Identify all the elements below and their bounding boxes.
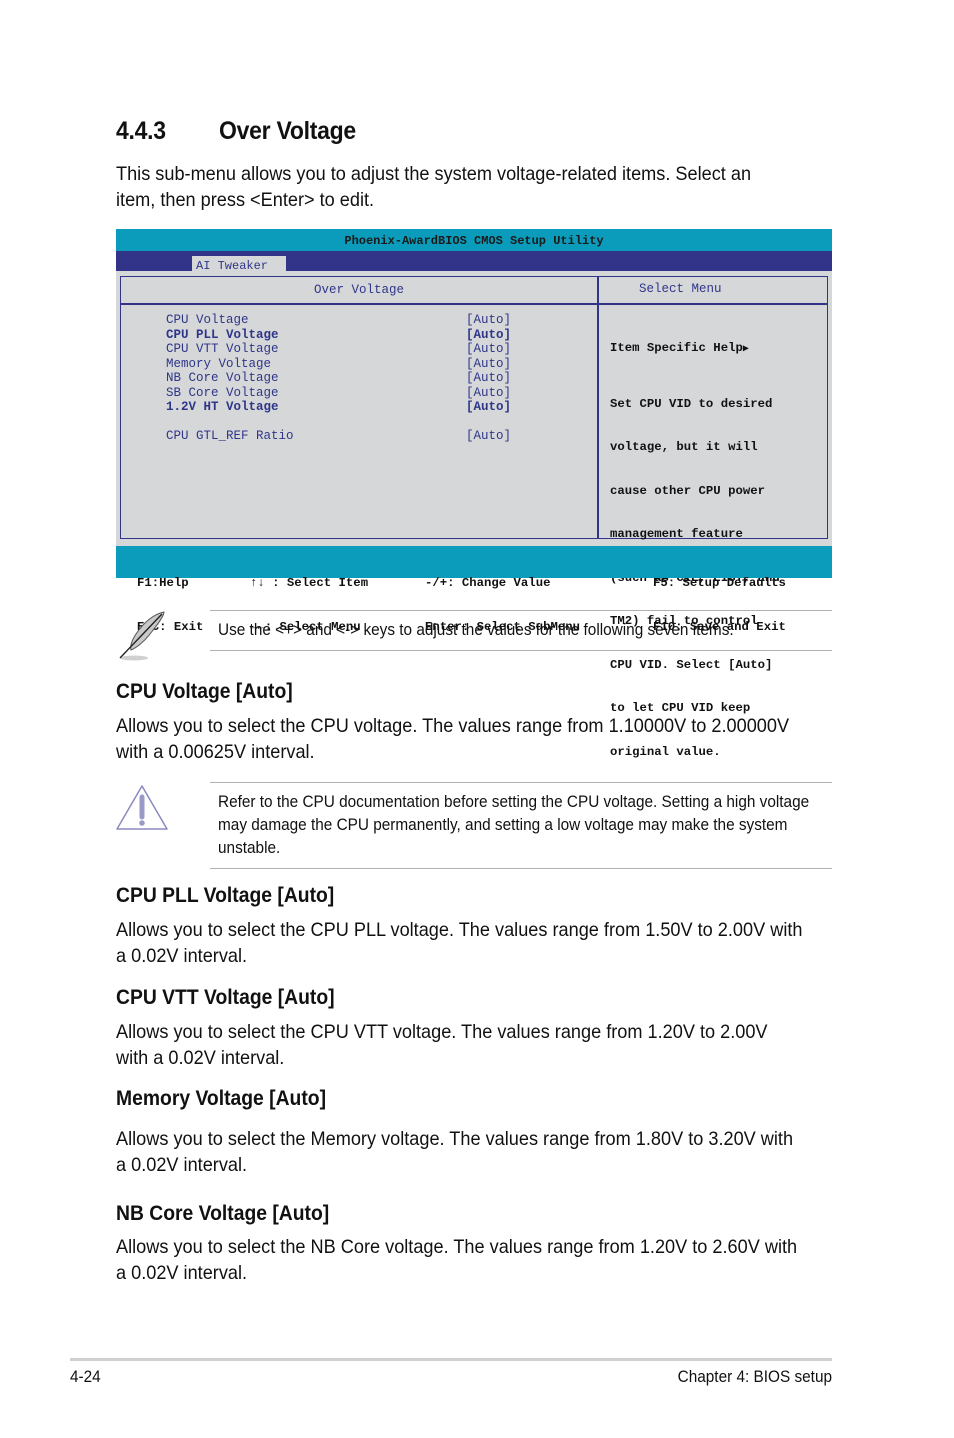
page-number: 4-24 bbox=[70, 1368, 101, 1386]
subsection-heading: NB Core Voltage [Auto] bbox=[116, 1202, 330, 1225]
item-label: CPU GTL_REF Ratio bbox=[166, 429, 294, 443]
subsection-heading: Memory Voltage [Auto] bbox=[116, 1087, 327, 1110]
bios-main-frame: Over Voltage Select Menu CPU Voltage [Aut… bbox=[120, 276, 828, 759]
help-heading-text: Item Specific Help bbox=[610, 341, 743, 355]
bios-item-gtl-ref-ratio[interactable]: CPU GTL_REF Ratio [Auto] bbox=[166, 429, 526, 444]
key-help: F1:Help bbox=[137, 576, 189, 590]
triangle-right-icon: ▶ bbox=[742, 344, 749, 355]
subsection-heading: CPU Voltage [Auto] bbox=[116, 680, 293, 703]
bios-item-list: CPU Voltage [Auto] CPU PLL Voltage [Auto] … bbox=[166, 313, 526, 444]
item-label: CPU PLL Voltage bbox=[166, 327, 279, 342]
tip-note-text: Use the <+> and <-> keys to adjust the v… bbox=[218, 621, 734, 639]
key-change-value: -/+: Change Value bbox=[425, 576, 551, 590]
chapter-label: Chapter 4: BIOS setup bbox=[677, 1368, 832, 1386]
key-legend-col-3: -/+: Change Value Enter: Select SubMenu bbox=[425, 547, 580, 663]
warning-top-rule bbox=[210, 782, 832, 783]
section-intro: This sub-menu allows you to adjust the s… bbox=[116, 163, 752, 211]
key-legend-col-4: F5: Setup Defaults F10: Save and Exit bbox=[653, 547, 786, 663]
subsection-body: Allows you to select the CPU VTT voltage… bbox=[116, 1021, 768, 1069]
bios-item-memory-voltage[interactable]: Memory Voltage [Auto] bbox=[166, 357, 526, 372]
item-value[interactable]: [Auto] bbox=[466, 429, 511, 444]
note-top-rule bbox=[210, 610, 832, 611]
item-value[interactable]: [Auto] bbox=[466, 342, 511, 357]
help-line: Set CPU VID to desired bbox=[610, 396, 773, 411]
warning-note-text: Refer to the CPU documentation before se… bbox=[218, 793, 810, 857]
item-label: SB Core Voltage bbox=[166, 385, 279, 400]
bios-item-sb-core-voltage[interactable]: SB Core Voltage [Auto] bbox=[166, 386, 526, 401]
key-legend-col-2: ↑↓ : Select Item →←: Select Menu bbox=[250, 547, 368, 663]
item-label: Memory Voltage bbox=[166, 356, 272, 371]
submenu-title: Over Voltage bbox=[313, 283, 404, 297]
help-line: cause other CPU power bbox=[610, 483, 765, 498]
item-value[interactable]: [Auto] bbox=[466, 386, 511, 401]
bios-item-ht-voltage[interactable]: 1.2V HT Voltage [Auto] bbox=[166, 400, 526, 415]
section-title: 4.4.3 Over Voltage bbox=[116, 117, 356, 146]
help-panel-title: Select Menu bbox=[639, 282, 722, 296]
item-value[interactable]: [Auto] bbox=[466, 357, 511, 372]
section-number: 4.4.3 bbox=[116, 117, 166, 145]
bios-screen: Phoenix-AwardBIOS CMOS Setup Utility AI … bbox=[116, 229, 832, 759]
panel-divider bbox=[597, 277, 599, 538]
bios-item-cpu-vtt-voltage[interactable]: CPU VTT Voltage [Auto] bbox=[166, 342, 526, 357]
item-label: 1.2V HT Voltage bbox=[166, 400, 279, 414]
bios-item-cpu-pll-voltage[interactable]: CPU PLL Voltage [Auto] bbox=[166, 328, 526, 343]
item-value[interactable]: [Auto] bbox=[466, 313, 511, 328]
footer-rule bbox=[70, 1358, 832, 1361]
bios-item-nb-core-voltage[interactable]: NB Core Voltage [Auto] bbox=[166, 371, 526, 386]
item-value[interactable]: [Auto] bbox=[466, 400, 511, 415]
subsection-body: Allows you to select the Memory voltage.… bbox=[116, 1128, 794, 1176]
note-bottom-rule bbox=[210, 650, 832, 651]
key-select-item: ↑↓ : Select Item bbox=[250, 576, 369, 590]
item-label: NB Core Voltage bbox=[166, 371, 279, 385]
subsection-body: Allows you to select the CPU voltage. Th… bbox=[116, 715, 790, 763]
help-line: voltage, but it will bbox=[610, 440, 758, 454]
item-label: CPU VTT Voltage bbox=[166, 342, 279, 356]
item-value[interactable]: [Auto] bbox=[466, 328, 511, 343]
subsection-heading: CPU VTT Voltage [Auto] bbox=[116, 986, 335, 1009]
subsection-body: Allows you to select the NB Core voltage… bbox=[116, 1236, 798, 1284]
warning-bottom-rule bbox=[210, 868, 832, 869]
tab-ai-tweaker[interactable]: AI Tweaker bbox=[192, 256, 286, 273]
item-value[interactable]: [Auto] bbox=[466, 371, 511, 386]
key-setup-defaults: F5: Setup Defaults bbox=[653, 576, 786, 590]
subsection-body: Allows you to select the CPU PLL voltage… bbox=[116, 919, 803, 967]
bios-title-bar: Phoenix-AwardBIOS CMOS Setup Utility bbox=[116, 229, 832, 251]
item-help-heading: Item Specific Help▶ bbox=[610, 341, 780, 358]
item-label: CPU Voltage bbox=[166, 313, 249, 327]
subsection-heading: CPU PLL Voltage [Auto] bbox=[116, 884, 335, 907]
warning-icon bbox=[114, 783, 170, 833]
bios-key-legend: F1:Help ESC: Exit ↑↓ : Select Item →←: S… bbox=[116, 546, 832, 634]
header-divider bbox=[121, 303, 827, 305]
section-title-text: Over Voltage bbox=[219, 117, 356, 145]
feather-note-icon bbox=[114, 608, 170, 664]
bios-item-cpu-voltage[interactable]: CPU Voltage [Auto] bbox=[166, 313, 526, 328]
help-line: management feature bbox=[610, 527, 743, 541]
